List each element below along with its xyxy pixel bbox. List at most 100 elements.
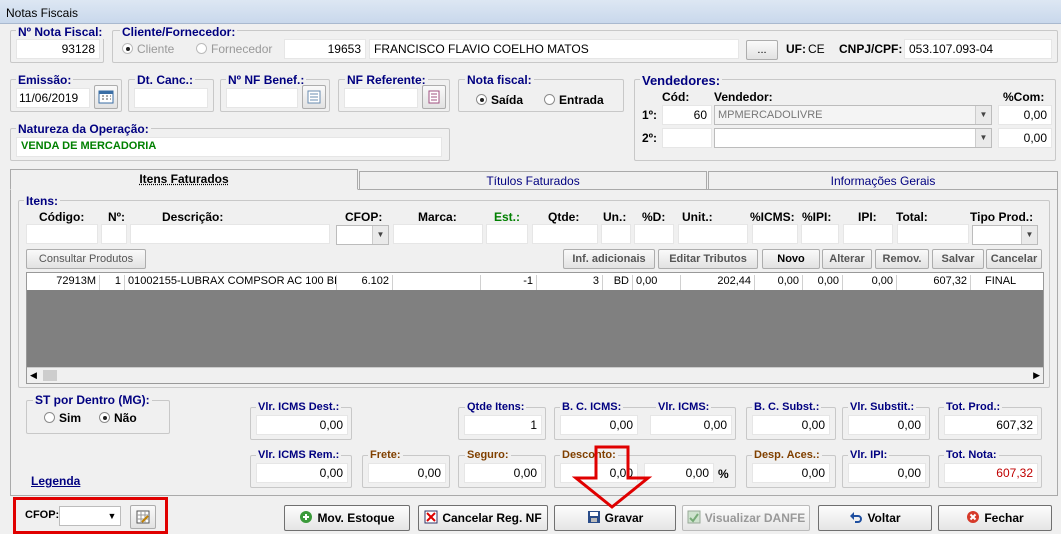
mov-estoque-button[interactable]: Mov. Estoque	[284, 505, 410, 531]
cell-un: BD	[603, 275, 633, 290]
undo-icon	[850, 512, 863, 523]
nfref-field[interactable]	[344, 88, 418, 108]
qtde-itens-field[interactable]: 1	[464, 415, 542, 435]
inf-adicionais-button[interactable]: Inf. adicionais	[563, 249, 655, 269]
vlr-ipi-field[interactable]: 0,00	[848, 463, 926, 483]
list-icon	[307, 90, 321, 104]
voltar-button[interactable]: Voltar	[818, 505, 932, 531]
cliente-name-field[interactable]: FRANCISCO FLAVIO COELHO MATOS	[369, 39, 739, 59]
vend1-cod-field[interactable]: 60	[662, 105, 712, 125]
chevron-down-icon: ▼	[372, 226, 388, 244]
hdr-marca: Marca:	[418, 210, 457, 224]
item-qtde-field[interactable]	[532, 224, 598, 244]
horizontal-scrollbar[interactable]: ◀ ▶	[27, 367, 1043, 383]
cliente-code-field[interactable]: 19653	[284, 39, 366, 59]
item-descricao-field[interactable]	[130, 224, 330, 244]
bc-subst-field[interactable]: 0,00	[752, 415, 830, 435]
vend2-select[interactable]: ▼	[714, 128, 992, 148]
natureza-field[interactable]: VENDA DE MERCADORIA	[16, 137, 442, 157]
alterar-button[interactable]: Alterar	[822, 249, 872, 269]
item-est-field[interactable]	[486, 224, 528, 244]
table-row[interactable]: 72913M 1 01002155-LUBRAX COMPSOR AC 100 …	[27, 273, 1043, 290]
radio-fornecedor-label: Fornecedor	[211, 42, 273, 56]
cnpj-field[interactable]: 053.107.093-04	[904, 39, 1052, 59]
vend2-cod-field[interactable]	[662, 128, 712, 148]
item-total-field[interactable]	[897, 224, 969, 244]
item-tipo-select[interactable]: ▼	[972, 225, 1038, 245]
scroll-thumb[interactable]	[43, 370, 57, 381]
radio-st-nao[interactable]: Não	[99, 411, 137, 425]
vlr-subst-field[interactable]: 0,00	[848, 415, 926, 435]
vend2-com-field[interactable]: 0,00	[998, 128, 1052, 148]
item-n-field[interactable]	[101, 224, 127, 244]
bc-icms-field[interactable]: 0,00	[560, 415, 638, 435]
cancelar-button[interactable]: Cancelar	[986, 249, 1042, 269]
window-title: Notas Fiscais	[6, 6, 79, 20]
item-pd-field[interactable]	[634, 224, 674, 244]
vlr-icms-field[interactable]: 0,00	[650, 415, 732, 435]
cancelar-reg-button[interactable]: Cancelar Reg. NF	[418, 505, 548, 531]
seguro-field[interactable]: 0,00	[464, 463, 542, 483]
nf-number-field[interactable]: 93128	[16, 39, 100, 59]
nfbenef-field[interactable]	[226, 88, 298, 108]
st-label: ST por Dentro (MG):	[33, 393, 152, 407]
items-grid[interactable]: 72913M 1 01002155-LUBRAX COMPSOR AC 100 …	[26, 272, 1044, 384]
item-codigo-field[interactable]	[26, 224, 98, 244]
item-icms-field[interactable]	[752, 224, 798, 244]
novo-button[interactable]: Novo	[762, 249, 820, 269]
desp-field[interactable]: 0,00	[752, 463, 830, 483]
radio-st-nao-icon	[99, 412, 110, 423]
remover-button[interactable]: Remov.	[875, 249, 929, 269]
cell-total: 607,32	[897, 275, 971, 290]
radio-entrada-icon	[544, 94, 555, 105]
frete-field[interactable]: 0,00	[368, 463, 446, 483]
tab-itens-faturados[interactable]: Itens Faturados	[10, 169, 358, 190]
item-marca-field[interactable]	[393, 224, 483, 244]
item-unit-field[interactable]	[678, 224, 748, 244]
tab-titulos-faturados[interactable]: Títulos Faturados	[359, 171, 707, 189]
consultar-produtos-button[interactable]: Consultar Produtos	[26, 249, 146, 269]
tot-prod-field[interactable]: 607,32	[944, 415, 1038, 435]
radio-st-sim[interactable]: Sim	[44, 411, 81, 425]
percent-sign: %	[718, 467, 729, 481]
vend1-select[interactable]: MPMERCADOLIVRE ▼	[714, 105, 992, 125]
nfbenef-lookup-button[interactable]	[302, 85, 326, 109]
editar-tributos-button[interactable]: Editar Tributos	[658, 249, 758, 269]
hdr-ipi: %IPI:	[802, 210, 832, 224]
emissao-field[interactable]: 11/06/2019	[16, 88, 90, 108]
scroll-right-icon[interactable]: ▶	[1033, 370, 1040, 381]
scroll-left-icon[interactable]: ◀	[30, 370, 37, 381]
radio-entrada[interactable]: Entrada	[544, 93, 604, 107]
radio-saida-icon	[476, 94, 487, 105]
fechar-button[interactable]: Fechar	[938, 505, 1052, 531]
radio-st-nao-label: Não	[114, 411, 137, 425]
emissao-calendar-button[interactable]	[94, 85, 118, 109]
item-cfop-select[interactable]: ▼	[336, 225, 389, 245]
bc-icms-label: B. C. ICMS:	[560, 401, 624, 413]
radio-fornecedor[interactable]: Fornecedor	[196, 42, 272, 56]
qtde-itens-label: Qtde Itens:	[465, 401, 527, 413]
item-ipi-field[interactable]	[801, 224, 839, 244]
radio-cliente[interactable]: Cliente	[122, 42, 174, 56]
chevron-down-icon: ▼	[1021, 226, 1037, 244]
radio-saida-label: Saída	[491, 93, 524, 107]
vend1-com-field[interactable]: 0,00	[998, 105, 1052, 125]
salvar-button[interactable]: Salvar	[932, 249, 984, 269]
desconto-pct-field[interactable]: 0,00	[644, 463, 714, 483]
vlr-icms-dest-label: Vlr. ICMS Dest.:	[256, 401, 342, 413]
vlr-icms-dest-field[interactable]: 0,00	[256, 415, 348, 435]
dtcanc-field[interactable]	[134, 88, 208, 108]
nfref-lookup-button[interactable]	[422, 85, 446, 109]
tot-nota-field[interactable]: 607,32	[944, 463, 1038, 483]
tab-informacoes-gerais[interactable]: Informações Gerais	[708, 171, 1058, 189]
stock-icon	[300, 511, 313, 523]
radio-saida[interactable]: Saída	[476, 93, 523, 107]
legenda-link[interactable]: Legenda	[31, 474, 80, 488]
vend1-select-value: MPMERCADOLIVRE	[718, 109, 823, 121]
visualizar-danfe-button[interactable]: Visualizar DANFE	[682, 505, 810, 531]
item-ipiv-field[interactable]	[843, 224, 893, 244]
item-un-field[interactable]	[601, 224, 631, 244]
cliente-lookup-button[interactable]: ...	[746, 40, 778, 60]
vlr-icms-rem-field[interactable]: 0,00	[256, 463, 348, 483]
chevron-down-icon: ▼	[975, 106, 991, 124]
